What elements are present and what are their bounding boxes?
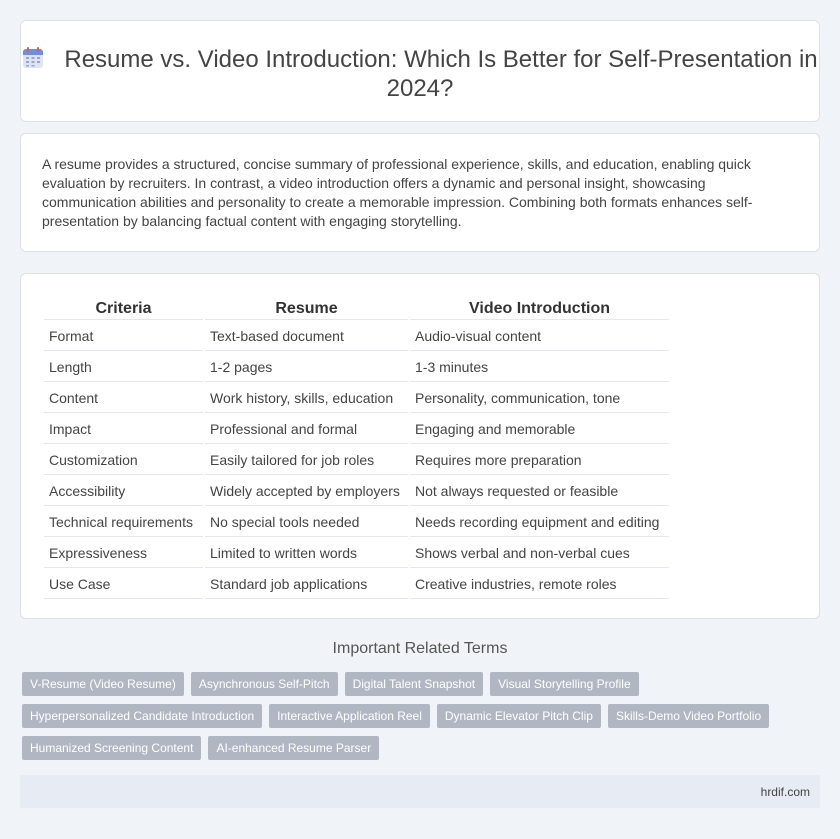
video-cell: Shows verbal and non-verbal cues bbox=[410, 539, 669, 568]
summary-text: A resume provides a structured, concise … bbox=[42, 156, 753, 229]
resume-cell: Professional and formal bbox=[205, 415, 408, 444]
video-cell: Audio-visual content bbox=[410, 322, 669, 351]
video-cell: Personality, communication, tone bbox=[410, 384, 669, 413]
footer-site-link[interactable]: hrdif.com bbox=[761, 785, 810, 799]
criteria-cell: Impact bbox=[44, 415, 203, 444]
footer: hrdif.com bbox=[20, 775, 820, 808]
header-video-introduction: Video Introduction bbox=[410, 298, 669, 320]
title-card: Resume vs. Video Introduction: Which Is … bbox=[20, 20, 820, 122]
table-row: Expressiveness Limited to written words … bbox=[44, 539, 669, 568]
video-cell: Engaging and memorable bbox=[410, 415, 669, 444]
resume-cell: Text-based document bbox=[205, 322, 408, 351]
resume-cell: 1-2 pages bbox=[205, 353, 408, 382]
related-term-tag[interactable]: Visual Storytelling Profile bbox=[490, 672, 639, 696]
related-term-tag[interactable]: Skills-Demo Video Portfolio bbox=[607, 704, 770, 728]
table-row: Content Work history, skills, education … bbox=[44, 384, 669, 413]
table-row: Length 1-2 pages 1-3 minutes bbox=[44, 353, 669, 382]
resume-cell: Standard job applications bbox=[205, 570, 408, 599]
page-title: Resume vs. Video Introduction: Which Is … bbox=[64, 46, 818, 102]
table-row: Accessibility Widely accepted by employe… bbox=[44, 477, 669, 506]
table-header-row: Criteria Resume Video Introduction bbox=[44, 298, 669, 320]
comparison-table: Criteria Resume Video Introduction Forma… bbox=[42, 296, 671, 601]
page-title-wrap: Resume vs. Video Introduction: Which Is … bbox=[21, 45, 819, 103]
criteria-cell: Length bbox=[44, 353, 203, 382]
related-term-tag[interactable]: V-Resume (Video Resume) bbox=[22, 672, 184, 696]
header-criteria: Criteria bbox=[44, 298, 203, 320]
video-cell: 1-3 minutes bbox=[410, 353, 669, 382]
table-row: Use Case Standard job applications Creat… bbox=[44, 570, 669, 599]
criteria-cell: Technical requirements bbox=[44, 508, 203, 537]
criteria-cell: Use Case bbox=[44, 570, 203, 599]
video-cell: Creative industries, remote roles bbox=[410, 570, 669, 599]
table-row: Impact Professional and formal Engaging … bbox=[44, 415, 669, 444]
resume-cell: Limited to written words bbox=[205, 539, 408, 568]
criteria-cell: Format bbox=[44, 322, 203, 351]
criteria-cell: Content bbox=[44, 384, 203, 413]
video-cell: Needs recording equipment and editing bbox=[410, 508, 669, 537]
related-terms-tags: V-Resume (Video Resume) Asynchronous Sel… bbox=[22, 672, 812, 768]
comparison-card: Criteria Resume Video Introduction Forma… bbox=[20, 273, 820, 619]
video-cell: Not always requested or feasible bbox=[410, 477, 669, 506]
related-term-tag[interactable]: Dynamic Elevator Pitch Clip bbox=[436, 704, 601, 728]
related-terms-title: Important Related Terms bbox=[332, 640, 508, 657]
resume-cell: Easily tailored for job roles bbox=[205, 446, 408, 475]
criteria-cell: Expressiveness bbox=[44, 539, 203, 568]
video-cell: Requires more preparation bbox=[410, 446, 669, 475]
calendar-icon bbox=[23, 47, 44, 68]
related-term-tag[interactable]: AI-enhanced Resume Parser bbox=[208, 736, 380, 760]
summary-card: A resume provides a structured, concise … bbox=[20, 133, 820, 252]
table-row: Customization Easily tailored for job ro… bbox=[44, 446, 669, 475]
related-term-tag[interactable]: Asynchronous Self-Pitch bbox=[190, 672, 338, 696]
criteria-cell: Customization bbox=[44, 446, 203, 475]
related-term-tag[interactable]: Humanized Screening Content bbox=[22, 736, 202, 760]
resume-cell: Work history, skills, education bbox=[205, 384, 408, 413]
resume-cell: No special tools needed bbox=[205, 508, 408, 537]
related-term-tag[interactable]: Digital Talent Snapshot bbox=[344, 672, 484, 696]
header-resume: Resume bbox=[205, 298, 408, 320]
resume-cell: Widely accepted by employers bbox=[205, 477, 408, 506]
criteria-cell: Accessibility bbox=[44, 477, 203, 506]
table-row: Format Text-based document Audio-visual … bbox=[44, 322, 669, 351]
table-row: Technical requirements No special tools … bbox=[44, 508, 669, 537]
related-term-tag[interactable]: Hyperpersonalized Candidate Introduction bbox=[22, 704, 263, 728]
related-term-tag[interactable]: Interactive Application Reel bbox=[269, 704, 430, 728]
